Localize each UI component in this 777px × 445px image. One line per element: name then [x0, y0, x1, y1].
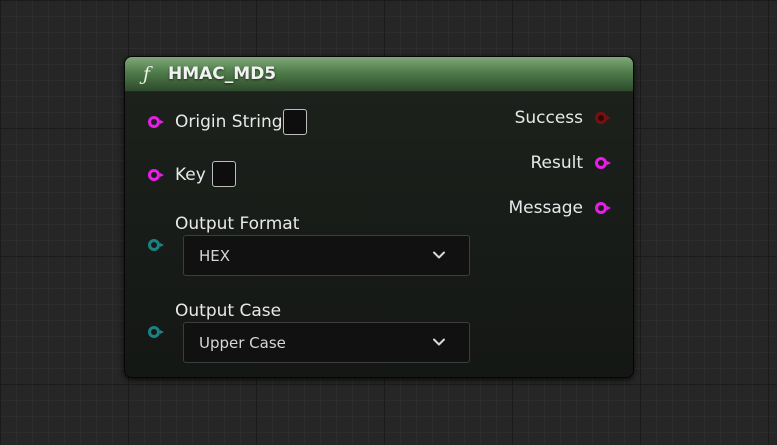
- result-output-pin[interactable]: [595, 157, 611, 169]
- result-label: Result: [530, 153, 583, 173]
- key-checkbox[interactable]: [212, 161, 236, 187]
- output-format-label: Output Format: [175, 214, 300, 234]
- function-icon: ƒ: [143, 63, 151, 85]
- output-case-label: Output Case: [175, 301, 282, 321]
- chevron-down-icon: [433, 338, 445, 346]
- output-format-value: HEX: [199, 247, 231, 265]
- origin-string-checkbox[interactable]: [283, 109, 307, 135]
- message-output-pin[interactable]: [595, 202, 611, 214]
- output-case-value: Upper Case: [199, 334, 286, 352]
- success-output-pin[interactable]: [595, 112, 611, 124]
- key-input-pin[interactable]: [148, 169, 164, 181]
- function-node-hmac-md5[interactable]: ƒ HMAC_MD5 Origin String Key Output Form…: [124, 56, 634, 378]
- output-case-dropdown[interactable]: Upper Case: [183, 322, 470, 363]
- key-label: Key: [175, 165, 206, 185]
- node-header[interactable]: ƒ HMAC_MD5: [125, 57, 633, 92]
- output-format-dropdown[interactable]: HEX: [183, 235, 470, 276]
- output-case-input-pin[interactable]: [148, 326, 164, 338]
- origin-string-input-pin[interactable]: [148, 116, 164, 128]
- message-label: Message: [508, 198, 583, 218]
- origin-string-label: Origin String: [175, 112, 283, 132]
- node-title: HMAC_MD5: [168, 64, 277, 84]
- success-label: Success: [514, 108, 583, 128]
- output-format-input-pin[interactable]: [148, 239, 164, 251]
- chevron-down-icon: [433, 251, 445, 259]
